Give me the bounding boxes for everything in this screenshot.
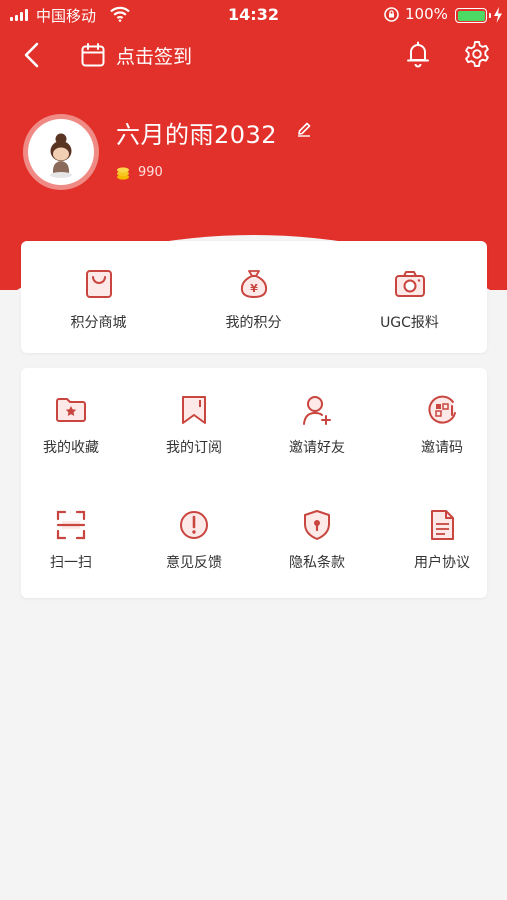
money-bag-icon: ¥ — [240, 270, 267, 298]
avatar-illustration — [50, 133, 72, 178]
quick-action-label: 积分商城 — [70, 315, 127, 331]
checkin-button[interactable]: 点击签到 — [80, 40, 192, 70]
menu-item-scan[interactable]: 扫一扫 — [13, 508, 129, 572]
menu-item-label: 扫一扫 — [50, 555, 92, 571]
gear-icon[interactable] — [462, 39, 492, 69]
menu-item-my-favorites[interactable]: 我的收藏 — [13, 393, 129, 457]
scan-icon — [56, 510, 86, 540]
quick-action-ugc-report[interactable]: UGC报料 — [332, 267, 487, 332]
charging-icon — [494, 7, 502, 23]
menu-item-label: 用户协议 — [414, 555, 470, 571]
quick-action-label: UGC报料 — [380, 315, 439, 331]
feedback-icon — [180, 511, 208, 539]
menu-item-label: 意见反馈 — [166, 555, 222, 571]
svg-text:¥: ¥ — [250, 282, 258, 295]
camera-icon — [394, 271, 425, 297]
edit-icon[interactable] — [296, 121, 312, 137]
username: 六月的雨2032 — [116, 121, 278, 149]
battery-percentage: 100% — [405, 5, 448, 23]
checkin-label: 点击签到 — [116, 45, 193, 68]
coin-stack-icon — [117, 167, 129, 180]
avatar[interactable] — [23, 114, 99, 190]
menu-item-invite-friends[interactable]: 邀请好友 — [259, 393, 375, 457]
status-bar: 中国移动 14:32 100% — [0, 0, 507, 30]
shield-icon — [304, 510, 330, 540]
quick-actions-card: 积分商城 ¥ 我的积分 UGC报料 — [21, 241, 487, 353]
shopping-bag-icon — [85, 270, 112, 298]
menu-item-label: 邀请好友 — [289, 440, 345, 456]
points-count: 990 — [138, 165, 163, 180]
back-icon[interactable] — [18, 40, 46, 70]
menu-item-invite-code[interactable]: 邀请码 — [384, 393, 500, 457]
folder-star-icon — [56, 398, 86, 422]
top-nav-bar: 点击签到 — [0, 32, 507, 78]
menu-item-user-agreement[interactable]: 用户协议 — [384, 508, 500, 572]
invite-code-icon — [428, 395, 456, 424]
menu-item-label: 邀请码 — [421, 440, 463, 456]
calendar-icon — [81, 43, 105, 67]
quick-action-points-mall[interactable]: 积分商城 — [21, 267, 176, 332]
document-icon — [431, 510, 454, 540]
add-user-icon — [303, 396, 331, 425]
bookmark-icon — [182, 396, 206, 424]
quick-action-label: 我的积分 — [225, 315, 282, 331]
menu-item-my-subscriptions[interactable]: 我的订阅 — [136, 393, 252, 457]
battery-icon — [455, 8, 491, 23]
menu-item-label: 隐私条款 — [289, 555, 345, 571]
rotation-lock-icon — [384, 7, 399, 22]
menu-card: 我的收藏 我的订阅 邀请好友 邀请码 扫一扫 意见反馈 隐私条款 用户协议 — [21, 368, 487, 598]
bell-icon[interactable] — [403, 39, 433, 69]
quick-action-my-points[interactable]: ¥ 我的积分 — [176, 267, 331, 332]
menu-item-privacy-policy[interactable]: 隐私条款 — [259, 508, 375, 572]
menu-item-label: 我的收藏 — [43, 440, 99, 456]
menu-item-feedback[interactable]: 意见反馈 — [136, 508, 252, 572]
menu-item-label: 我的订阅 — [166, 440, 222, 456]
avatar-image — [28, 119, 94, 185]
